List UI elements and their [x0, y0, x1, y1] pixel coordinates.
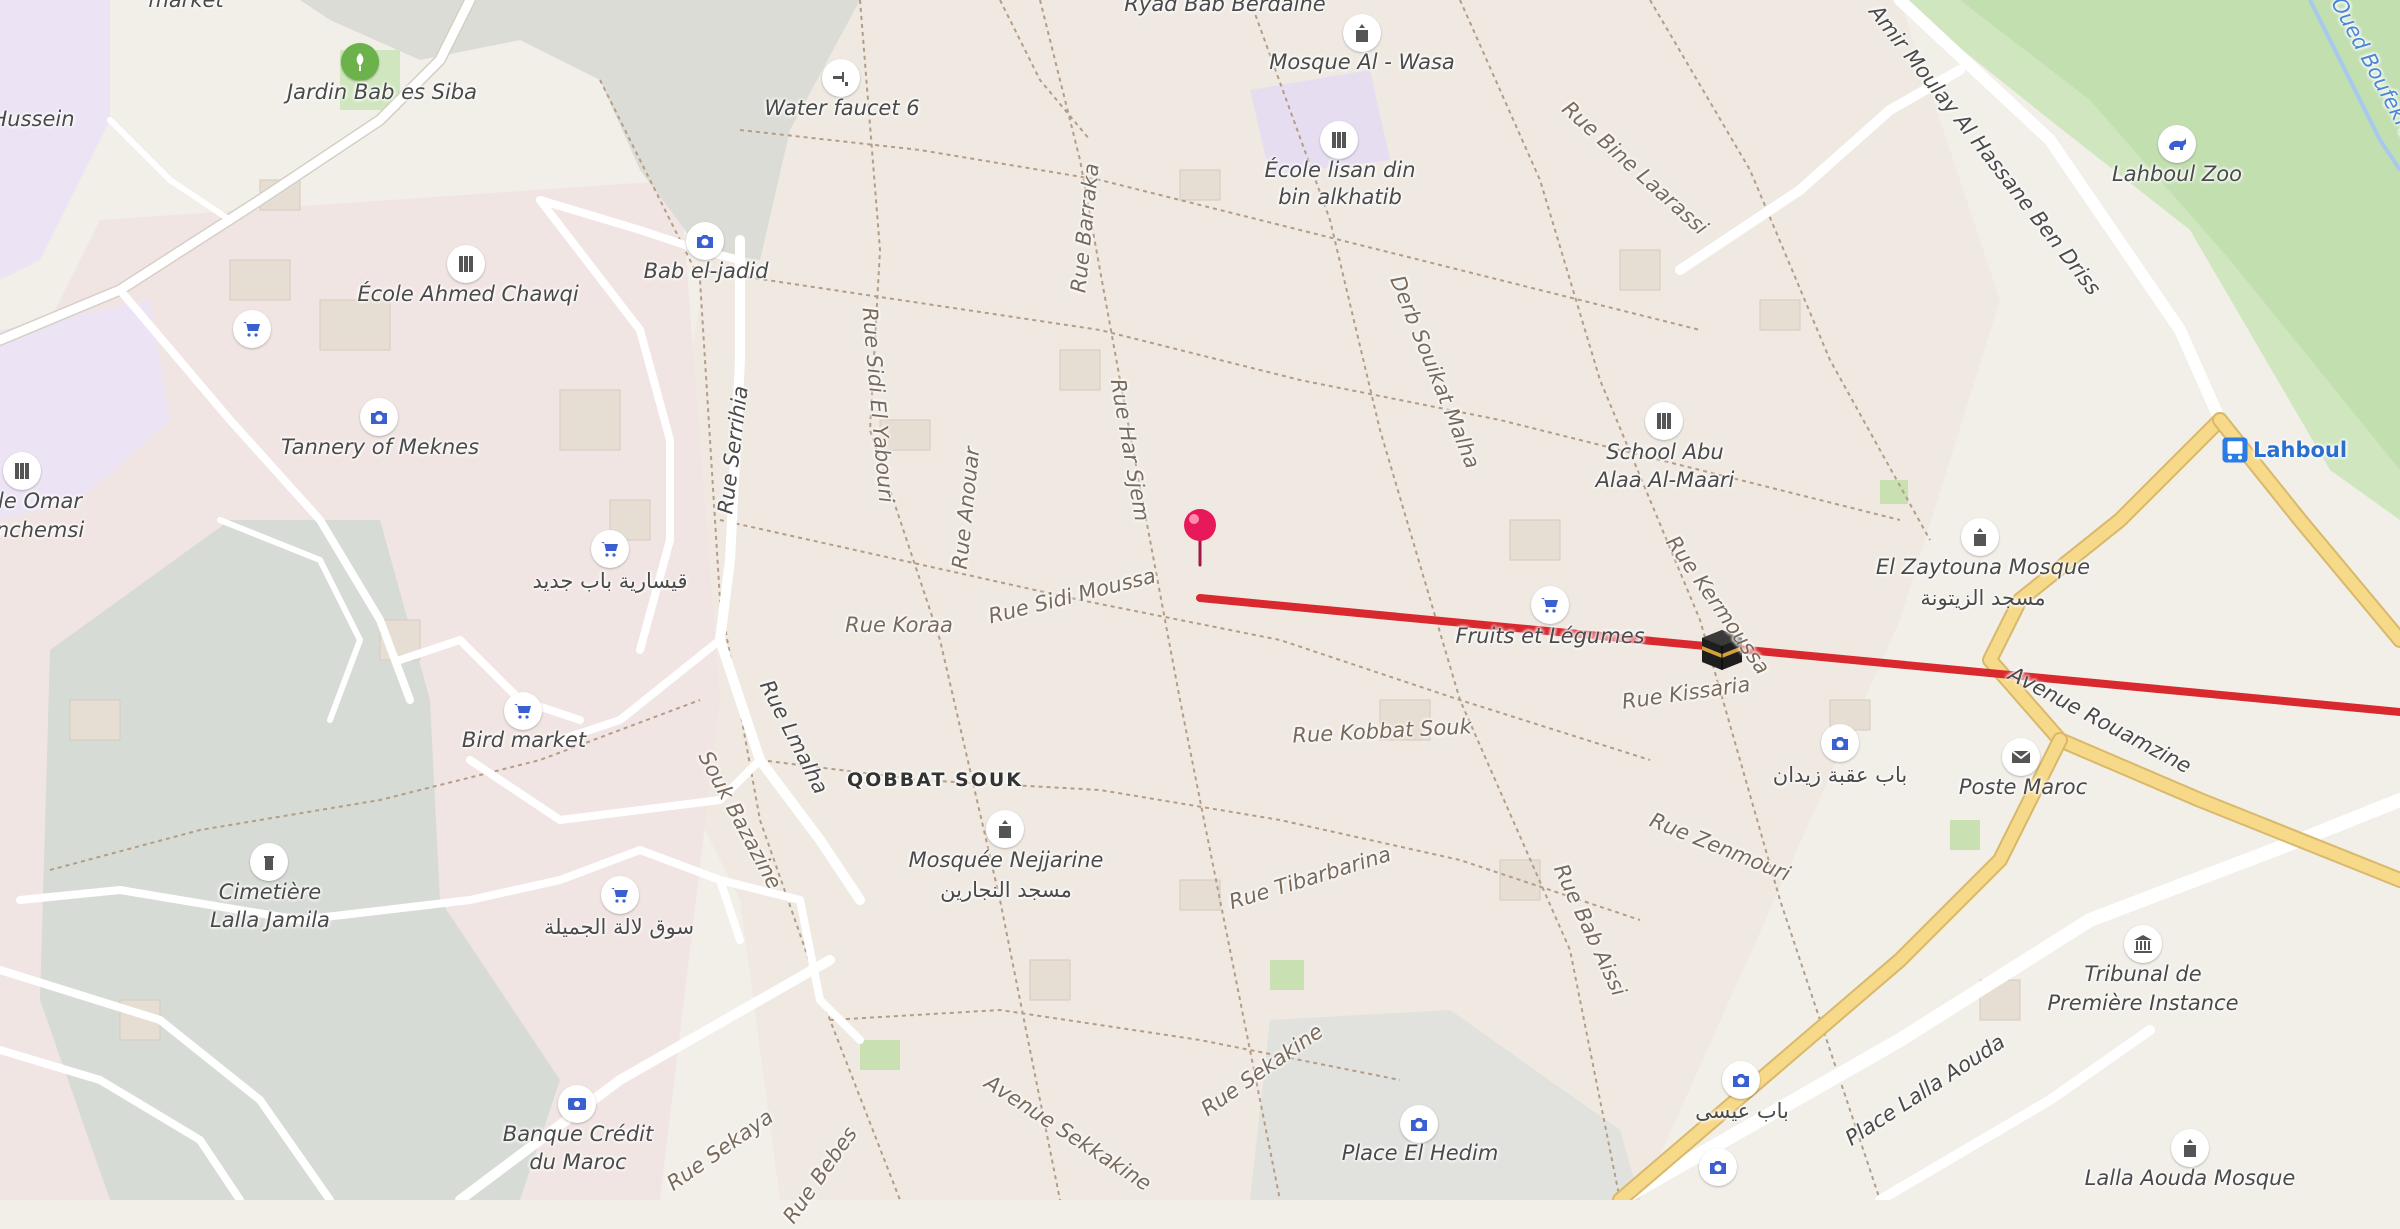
- zoo-icon[interactable]: [2158, 125, 2196, 163]
- map-label: École lisan din: [1264, 158, 1416, 182]
- map-label: du Maroc: [529, 1150, 627, 1174]
- map-label: Première Instance: [2047, 991, 2239, 1015]
- shop-cart-icon[interactable]: [601, 876, 639, 914]
- map-label: Tannery of Meknes: [280, 435, 480, 459]
- park-icon[interactable]: [341, 43, 379, 81]
- map-label: باب عقبة زيدان: [1772, 763, 1908, 787]
- post-office-icon[interactable]: [2002, 738, 2040, 776]
- camera-icon[interactable]: [686, 222, 724, 260]
- map-label: سوق لالة الجميلة: [543, 915, 695, 939]
- map-label: Lahboul Zoo: [2112, 162, 2242, 186]
- map-label: Mosquée Nejjarine: [908, 848, 1104, 872]
- map-label: مسجد الزيتونة: [1920, 586, 2046, 610]
- shop-cart-icon[interactable]: [233, 310, 271, 348]
- mosque-icon[interactable]: [1343, 14, 1381, 52]
- map-label: bin alkhatib: [1278, 185, 1402, 209]
- school-icon[interactable]: [1645, 402, 1683, 440]
- map-label: Alaa Al-Maari: [1595, 468, 1735, 492]
- map-label: قيسارية باب جديد: [532, 569, 688, 593]
- bank-icon[interactable]: [558, 1085, 596, 1123]
- map-label: Mosque Al - Wasa: [1269, 50, 1455, 74]
- camera-icon[interactable]: [360, 398, 398, 436]
- map-label: Jardin Bab es Siba: [286, 80, 478, 104]
- water-faucet-icon[interactable]: [822, 59, 860, 97]
- map-label: Place El Hedim: [1341, 1141, 1499, 1165]
- map-label: Fruits et Légumes: [1455, 624, 1645, 648]
- map-label: Ryad Bab Berdaine: [1124, 0, 1326, 16]
- bus-stop-label: Lahboul: [2252, 438, 2348, 462]
- map-label: School Abu: [1606, 440, 1724, 464]
- bus-stop-icon[interactable]: [2220, 435, 2250, 465]
- map-label: Tribunal de: [2084, 962, 2202, 986]
- school-icon[interactable]: [1320, 121, 1358, 159]
- street-label: Rue Koraa: [845, 613, 953, 637]
- map-label: le Omar: [0, 489, 82, 513]
- camera-icon[interactable]: [1821, 724, 1859, 762]
- map-label: Lalla Aouda Mosque: [2084, 1166, 2296, 1190]
- map-label: École Ahmed Chawqi: [357, 282, 579, 306]
- shop-cart-icon[interactable]: [591, 530, 629, 568]
- map-label: Banque Crédit: [502, 1122, 654, 1146]
- map-label: Cimetière: [218, 880, 322, 904]
- school-icon[interactable]: [3, 452, 41, 490]
- map-label: Hussein: [0, 107, 75, 131]
- map-label: Lalla Jamila: [210, 908, 330, 932]
- district-label: QOBBAT SOUK: [846, 769, 1024, 791]
- mosque-icon[interactable]: [986, 810, 1024, 848]
- shop-cart-icon[interactable]: [504, 692, 542, 730]
- map-label: market: [148, 0, 224, 12]
- map-label: Poste Maroc: [1958, 775, 2088, 799]
- courthouse-icon[interactable]: [2124, 925, 2162, 963]
- cemetery-icon[interactable]: [250, 843, 288, 881]
- camera-icon[interactable]: [1400, 1105, 1438, 1143]
- shop-cart-icon[interactable]: [1531, 586, 1569, 624]
- mosque-icon[interactable]: [2171, 1129, 2209, 1167]
- map-label: باب عيسى: [1695, 1099, 1789, 1123]
- map-label: Water faucet 6: [764, 96, 920, 120]
- camera-icon[interactable]: [1722, 1061, 1760, 1099]
- map-label: Bab el-jadid: [643, 259, 769, 283]
- location-pin-icon[interactable]: [1180, 507, 1220, 567]
- map-label: Bird market: [461, 728, 587, 752]
- camera-icon[interactable]: [1699, 1148, 1737, 1186]
- map-label: مسجد النجارين: [940, 878, 1072, 902]
- map-label: El Zaytouna Mosque: [1875, 555, 2091, 579]
- school-icon[interactable]: [447, 245, 485, 283]
- map-label: nchemsi: [0, 518, 85, 542]
- mosque-icon[interactable]: [1961, 518, 1999, 556]
